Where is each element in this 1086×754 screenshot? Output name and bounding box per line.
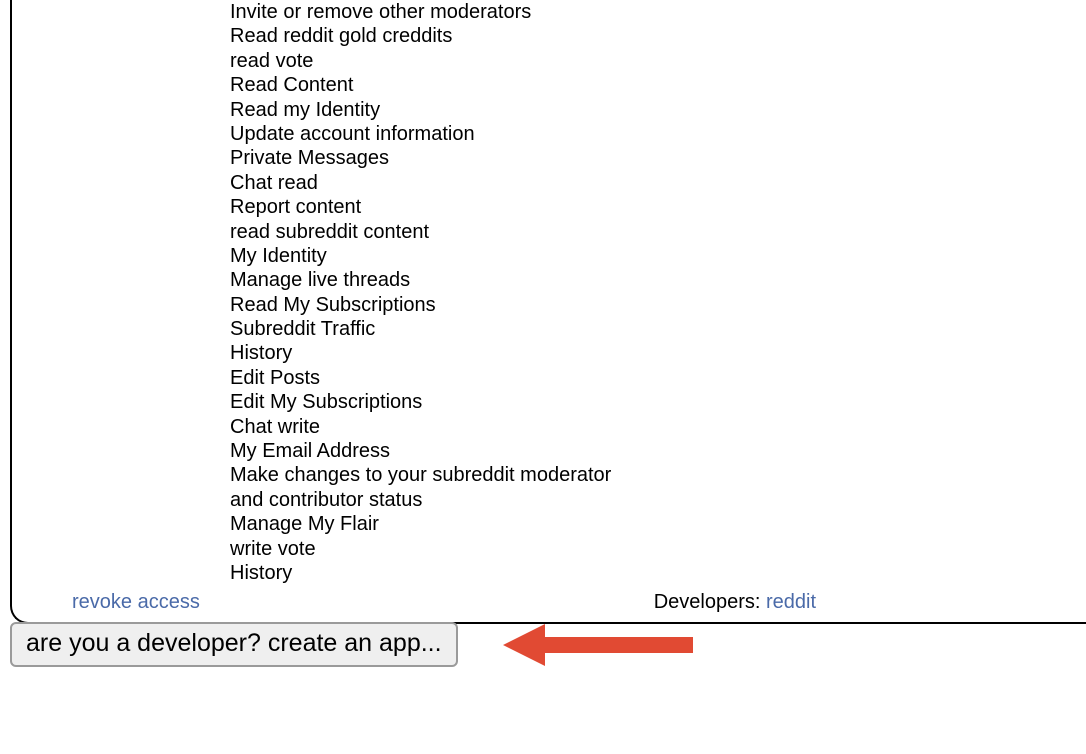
- permission-item: Edit Posts: [230, 366, 650, 390]
- permission-item: Read my Identity: [230, 98, 650, 122]
- permission-item: Chat read: [230, 171, 650, 195]
- permission-item: read vote: [230, 49, 650, 73]
- permission-item: History: [230, 561, 650, 585]
- permissions-list: Invite or remove other moderators Read r…: [230, 0, 1086, 585]
- permission-item: Subreddit Traffic: [230, 317, 650, 341]
- permission-item: History: [230, 341, 650, 365]
- developers-label: Developers: reddit: [654, 591, 816, 614]
- permission-item: Update account information: [230, 122, 650, 146]
- revoke-access-link[interactable]: revoke access: [72, 591, 200, 614]
- permission-item: Read My Subscriptions: [230, 293, 650, 317]
- permission-item: Chat write: [230, 415, 650, 439]
- permission-item: Manage live threads: [230, 268, 650, 292]
- permission-item: Manage My Flair: [230, 512, 650, 536]
- create-app-button[interactable]: are you a developer? create an app...: [10, 622, 458, 667]
- developer-link[interactable]: reddit: [766, 591, 816, 613]
- permission-item: Report content: [230, 195, 650, 219]
- permission-item: Private Messages: [230, 146, 650, 170]
- permission-item: read subreddit content: [230, 220, 650, 244]
- pointer-arrow-icon: [503, 620, 703, 670]
- developers-label-text: Developers:: [654, 591, 766, 613]
- permission-item: My Identity: [230, 244, 650, 268]
- permission-item: Make changes to your subreddit moderator…: [230, 463, 650, 512]
- permission-item: Read Content: [230, 73, 650, 97]
- app-box-footer: revoke access Developers: reddit: [12, 589, 1086, 614]
- authorized-app-box: Invite or remove other moderators Read r…: [10, 0, 1086, 624]
- permission-item: Invite or remove other moderators: [230, 0, 650, 24]
- permission-item: My Email Address: [230, 439, 650, 463]
- permission-item: Read reddit gold creddits: [230, 24, 650, 48]
- permission-item: write vote: [230, 537, 650, 561]
- permission-item: Edit My Subscriptions: [230, 390, 650, 414]
